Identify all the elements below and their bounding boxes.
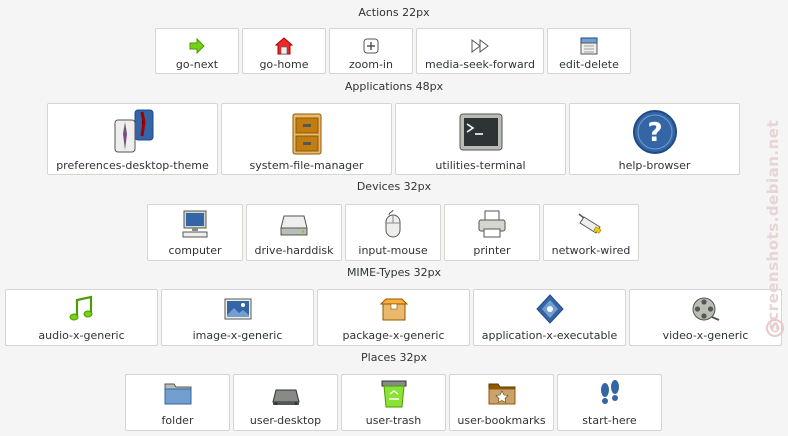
icon-tile-edit-delete[interactable]: edit-delete	[547, 28, 631, 74]
icon-label: user-desktop	[249, 414, 322, 427]
folder-icon	[162, 378, 194, 410]
icon-tile-printer[interactable]: printer	[444, 204, 540, 261]
icon-label: printer	[473, 244, 511, 257]
media-seek-forward-icon	[469, 35, 491, 57]
icon-tile-help-browser[interactable]: ? help-browser	[569, 103, 740, 175]
go-home-icon	[273, 35, 295, 57]
icon-tile-go-home[interactable]: go-home	[242, 28, 326, 74]
application-x-executable-icon	[534, 293, 566, 325]
icon-tile-user-trash[interactable]: user-trash	[341, 374, 446, 431]
icon-tile-audio-x-generic[interactable]: audio-x-generic	[5, 289, 158, 346]
icon-label: start-here	[582, 414, 637, 427]
icon-tile-user-bookmarks[interactable]: user-bookmarks	[449, 374, 554, 431]
icon-tile-media-seek-forward[interactable]: media-seek-forward	[416, 28, 544, 74]
icon-label: drive-harddisk	[254, 244, 334, 257]
icon-label: go-home	[259, 58, 309, 71]
icon-label: network-wired	[551, 244, 631, 257]
icon-label: system-file-manager	[249, 159, 364, 172]
icon-tile-image-x-generic[interactable]: image-x-generic	[161, 289, 314, 346]
icon-tile-start-here[interactable]: start-here	[557, 374, 662, 431]
user-bookmarks-icon	[486, 378, 518, 410]
icon-label: help-browser	[618, 159, 691, 172]
icon-tile-system-file-manager[interactable]: system-file-manager	[221, 103, 392, 175]
icon-label: audio-x-generic	[38, 329, 125, 342]
watermark: screenshots.debian.net	[760, 100, 786, 350]
audio-x-generic-icon	[66, 293, 98, 325]
section-title-places: Places 32px	[361, 351, 427, 364]
icon-tile-go-next[interactable]: go-next	[155, 28, 239, 74]
icon-tile-drive-harddisk[interactable]: drive-harddisk	[246, 204, 342, 261]
svg-text:?: ?	[647, 118, 662, 148]
icon-tile-package-x-generic[interactable]: package-x-generic	[317, 289, 470, 346]
icon-label: application-x-executable	[481, 329, 618, 342]
icon-tile-application-x-executable[interactable]: application-x-executable	[473, 289, 626, 346]
package-x-generic-icon	[378, 293, 410, 325]
section-title-mimetypes: MIME-Types 32px	[346, 266, 442, 279]
icon-label: go-next	[175, 58, 219, 71]
icon-label: media-seek-forward	[424, 58, 535, 71]
utilities-terminal-icon	[457, 108, 505, 156]
video-x-generic-icon	[690, 293, 722, 325]
section-title-devices: Devices 32px	[356, 180, 432, 193]
icon-label: image-x-generic	[192, 329, 283, 342]
icon-tile-utilities-terminal[interactable]: utilities-terminal	[395, 103, 566, 175]
icon-tile-network-wired[interactable]: network-wired	[543, 204, 639, 261]
icon-tile-user-desktop[interactable]: user-desktop	[233, 374, 338, 431]
icon-tile-preferences-desktop-theme[interactable]: preferences-desktop-theme	[47, 103, 218, 175]
icon-label: folder	[161, 414, 194, 427]
system-file-manager-icon	[283, 108, 331, 156]
icon-label: zoom-in	[349, 58, 393, 71]
section-title-actions: Actions 22px	[358, 6, 430, 19]
icon-tile-computer[interactable]: computer	[147, 204, 243, 261]
section-title-applications: Applications 48px	[344, 80, 444, 93]
icon-label: utilities-terminal	[435, 159, 526, 172]
edit-delete-icon	[578, 35, 600, 57]
input-mouse-icon	[377, 208, 409, 240]
icon-label: computer	[168, 244, 222, 257]
icon-tile-input-mouse[interactable]: input-mouse	[345, 204, 441, 261]
watermark-text: screenshots.debian.net	[764, 119, 782, 331]
icon-label: input-mouse	[358, 244, 428, 257]
icon-label: package-x-generic	[342, 329, 445, 342]
help-browser-icon: ?	[631, 108, 679, 156]
user-trash-icon	[378, 378, 410, 410]
icon-tile-folder[interactable]: folder	[125, 374, 230, 431]
computer-icon	[179, 208, 211, 240]
drive-harddisk-icon	[278, 208, 310, 240]
icon-label: user-trash	[365, 414, 422, 427]
icon-tile-zoom-in[interactable]: zoom-in	[329, 28, 413, 74]
icon-label: edit-delete	[559, 58, 619, 71]
go-next-icon	[186, 35, 208, 57]
image-x-generic-icon	[222, 293, 254, 325]
zoom-in-icon	[360, 35, 382, 57]
start-here-icon	[594, 378, 626, 410]
icon-label: user-bookmarks	[457, 414, 546, 427]
preferences-desktop-theme-icon	[109, 108, 157, 156]
user-desktop-icon	[270, 378, 302, 410]
printer-icon	[476, 208, 508, 240]
icon-label: preferences-desktop-theme	[56, 159, 209, 172]
network-wired-icon	[575, 208, 607, 240]
icon-label: video-x-generic	[662, 329, 749, 342]
debian-swirl-icon	[765, 318, 785, 338]
